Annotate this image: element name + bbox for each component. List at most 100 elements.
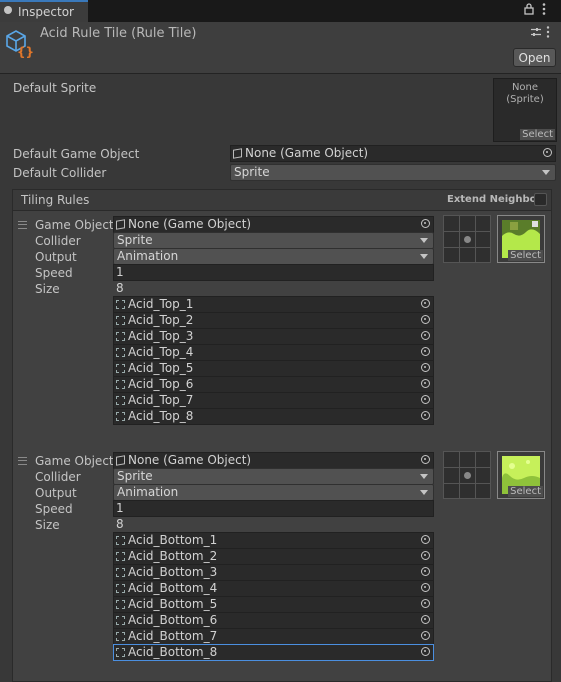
tiling-rules-header: Tiling Rules Extend Neighbor — [12, 189, 552, 211]
rule-drag-handle-icon[interactable] — [18, 221, 27, 229]
default-sprite-field[interactable]: None (Sprite) Select — [493, 78, 557, 142]
object-picker-icon[interactable] — [421, 331, 430, 340]
sprite-slot[interactable]: Acid_Top_8 — [113, 408, 434, 425]
rule-collider-label: Collider — [35, 234, 81, 248]
sprite-name: Acid_Top_4 — [128, 345, 194, 359]
lock-icon[interactable] — [524, 3, 534, 19]
rule-output-value: Animation — [117, 485, 179, 499]
neighbor-grid[interactable] — [443, 215, 491, 263]
rule-size-label: Size — [35, 282, 60, 296]
sprite-name: Acid_Top_1 — [128, 297, 194, 311]
svg-text:{}: {} — [17, 45, 34, 58]
object-picker-icon[interactable] — [421, 315, 430, 324]
object-picker-icon[interactable] — [421, 631, 430, 640]
object-picker-icon[interactable] — [421, 219, 430, 228]
sprite-name: Acid_Top_6 — [128, 377, 194, 391]
sprite-slot[interactable]: Acid_Bottom_7 — [113, 628, 434, 645]
sprite-icon — [116, 632, 125, 641]
sprite-icon — [116, 648, 125, 657]
sprite-slot[interactable]: Acid_Top_6 — [113, 376, 434, 393]
sprite-slot[interactable]: Acid_Top_4 — [113, 344, 434, 361]
sprite-slot[interactable]: Acid_Bottom_2 — [113, 548, 434, 565]
object-picker-icon[interactable] — [421, 647, 430, 656]
settings-sliders-icon[interactable] — [530, 26, 542, 41]
sprite-slot[interactable]: Acid_Bottom_1 — [113, 532, 434, 549]
sprite-name: Acid_Top_2 — [128, 313, 194, 327]
object-picker-icon[interactable] — [421, 535, 430, 544]
sprite-icon — [116, 348, 125, 357]
object-picker-icon[interactable] — [421, 455, 430, 464]
asset-title: Acid Rule Tile (Rule Tile) — [40, 26, 197, 41]
default-game-object-field[interactable]: None (Game Object) — [230, 145, 556, 162]
object-picker-icon[interactable] — [421, 567, 430, 576]
rule-collider-dropdown[interactable]: Sprite — [113, 232, 434, 249]
sprite-slot[interactable]: Acid_Top_5 — [113, 360, 434, 377]
rule-game-object-value: None (Game Object) — [128, 453, 252, 467]
sprite-icon — [116, 332, 125, 341]
object-picker-icon[interactable] — [421, 395, 430, 404]
rule-speed-input[interactable]: 1 — [113, 500, 434, 517]
preview-select-button[interactable]: Select — [508, 250, 543, 261]
tab-inspector[interactable]: Inspector — [0, 0, 88, 22]
sprite-slot-selected[interactable]: Acid_Bottom_8 — [113, 644, 434, 661]
sprite-icon — [116, 300, 125, 309]
rule-drag-handle-icon[interactable] — [18, 457, 27, 465]
rule-output-dropdown[interactable]: Animation — [113, 248, 434, 265]
extend-neighbor-checkbox[interactable] — [534, 193, 547, 206]
object-picker-icon[interactable] — [421, 379, 430, 388]
sprite-name: Acid_Bottom_5 — [128, 597, 218, 611]
more-menu-icon-header[interactable] — [546, 25, 550, 42]
more-menu-icon[interactable] — [542, 2, 546, 20]
object-picker-icon[interactable] — [421, 363, 430, 372]
sprite-slot[interactable]: Acid_Bottom_5 — [113, 596, 434, 613]
default-sprite-select-button[interactable]: Select — [520, 129, 555, 140]
rule-game-object-label: Game Object — [35, 454, 114, 468]
center-dot-icon — [464, 472, 471, 479]
object-picker-icon[interactable] — [421, 599, 430, 608]
sprite-slot[interactable]: Acid_Bottom_3 — [113, 564, 434, 581]
sprite-slot[interactable]: Acid_Top_3 — [113, 328, 434, 345]
rule-size-input[interactable]: 8 — [113, 280, 434, 297]
object-picker-icon[interactable] — [421, 299, 430, 308]
object-picker-icon[interactable] — [421, 347, 430, 356]
default-collider-value: Sprite — [234, 165, 270, 179]
rule-speed-input[interactable]: 1 — [113, 264, 434, 281]
object-picker-icon[interactable] — [421, 583, 430, 592]
sprite-slot[interactable]: Acid_Bottom_4 — [113, 580, 434, 597]
rule-game-object-field[interactable]: None (Game Object) — [113, 216, 434, 233]
extend-neighbor-label: Extend Neighbor — [447, 194, 542, 205]
default-collider-dropdown[interactable]: Sprite — [230, 164, 556, 181]
sprite-icon — [116, 600, 125, 609]
rule-game-object-label: Game Object — [35, 218, 114, 232]
object-picker-icon[interactable] — [421, 551, 430, 560]
rule-game-object-field[interactable]: None (Game Object) — [113, 452, 434, 469]
object-picker-icon[interactable] — [421, 411, 430, 420]
sprite-slot[interactable]: Acid_Top_7 — [113, 392, 434, 409]
rule-sprite-preview[interactable]: Select — [497, 215, 545, 263]
default-game-object-value: None (Game Object) — [245, 146, 369, 160]
sprite-icon — [116, 316, 125, 325]
default-sprite-value-line2: (Sprite) — [506, 94, 544, 105]
chevron-down-icon — [542, 170, 550, 175]
center-dot-icon — [464, 236, 471, 243]
sprite-slot[interactable]: Acid_Bottom_6 — [113, 612, 434, 629]
sprite-name: Acid_Bottom_8 — [128, 645, 218, 659]
sprite-icon — [116, 552, 125, 561]
sprite-slot[interactable]: Acid_Top_1 — [113, 296, 434, 313]
rule-output-dropdown[interactable]: Animation — [113, 484, 434, 501]
rule-output-value: Animation — [117, 249, 179, 263]
rule-size-label: Size — [35, 518, 60, 532]
neighbor-grid[interactable] — [443, 451, 491, 499]
preview-select-button[interactable]: Select — [508, 486, 543, 497]
tab-label: Inspector — [18, 5, 74, 19]
sprite-name: Acid_Bottom_6 — [128, 613, 218, 627]
object-picker-icon[interactable] — [421, 615, 430, 624]
rule-collider-dropdown[interactable]: Sprite — [113, 468, 434, 485]
object-picker-icon[interactable] — [543, 148, 552, 157]
sprite-slot[interactable]: Acid_Top_2 — [113, 312, 434, 329]
open-button[interactable]: Open — [513, 48, 556, 67]
rule-size-input[interactable]: 8 — [113, 516, 434, 533]
rule-sprite-preview[interactable]: Select — [497, 451, 545, 499]
default-game-object-label: Default Game Object — [13, 147, 140, 161]
default-sprite-label: Default Sprite — [13, 81, 97, 95]
